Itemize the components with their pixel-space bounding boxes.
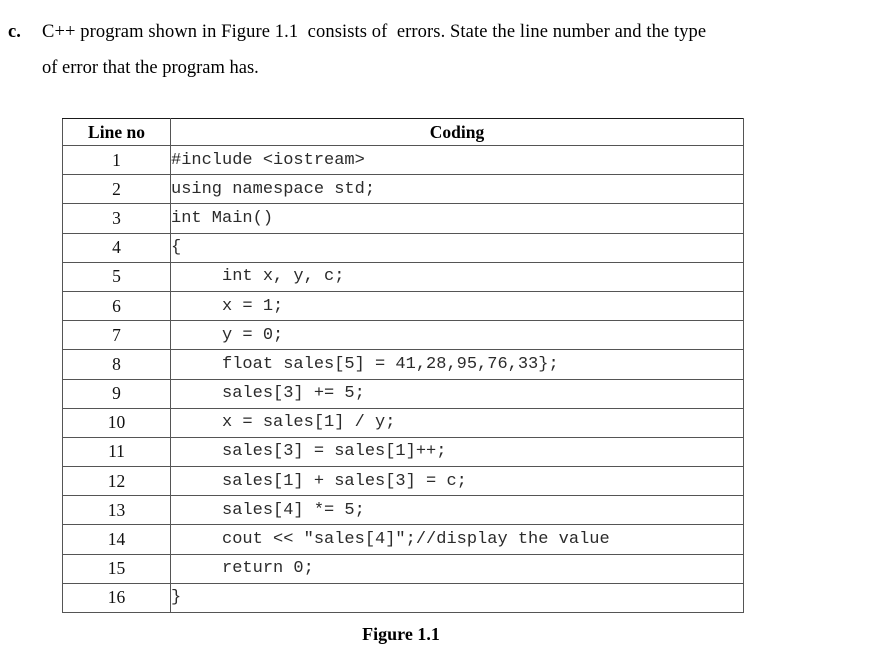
code-cell: sales[1] + sales[3] = c; [170,466,744,497]
code-cell: y = 0; [170,320,744,351]
table-row: 4{ [62,232,744,263]
table-row: 14 cout << "sales[4]";//display the valu… [62,524,744,555]
question-text-line-2: of error that the program has. [42,58,259,78]
line-number-cell: 9 [62,378,171,409]
line-number-cell: 14 [62,524,171,555]
code-cell: return 0; [170,553,744,584]
code-cell: } [170,582,744,614]
table-row: 13 sales[4] *= 5; [62,495,744,526]
table-row: 15 return 0; [62,553,744,584]
question-first-line: c. C++ program shown in Figure 1.1 consi… [0,14,860,50]
question-block: c. C++ program shown in Figure 1.1 consi… [0,14,860,86]
table-row: 7 y = 0; [62,320,744,351]
line-number-cell: 4 [62,232,171,263]
code-cell: { [170,232,744,263]
code-cell: sales[4] *= 5; [170,495,744,526]
figure-caption: Figure 1.1 [362,624,440,644]
code-cell: #include <iostream> [170,144,744,176]
line-number-cell: 1 [62,144,171,176]
line-number-cell: 5 [62,261,171,292]
line-number-cell: 16 [62,582,171,614]
code-cell: sales[3] = sales[1]++; [170,436,744,468]
table-row: 8 float sales[5] = 41,28,95,76,33}; [62,349,744,380]
table-row: 11 sales[3] = sales[1]++; [62,436,744,468]
line-number-cell: 15 [62,553,171,584]
table-header-row: Line no Coding [62,118,744,146]
code-table-container: Line no Coding 1 #include <iostream> 2 usin… [62,118,744,614]
line-number-cell: 11 [62,436,171,468]
table-header: Line no Coding [62,118,744,146]
code-cell: using namespace std; [170,174,744,205]
table-row: 12 sales[1] + sales[3] = c; [62,466,744,497]
table-body: 1 #include <iostream> 2 using namespace std… [62,144,744,614]
line-number-cell: 10 [62,407,171,438]
table-row: 5 int x, y, c; [62,261,744,292]
code-cell: x = sales[1] / y; [170,407,744,438]
code-cell: x = 1; [170,290,744,322]
code-cell: int Main() [170,203,744,234]
table-row: 6 x = 1; [62,290,744,322]
line-number-cell: 7 [62,320,171,351]
code-cell: float sales[5] = 41,28,95,76,33}; [170,349,744,380]
column-header-line-no: Line no [62,118,171,146]
code-cell: int x, y, c; [170,261,744,292]
code-cell: sales[3] += 5; [170,378,744,409]
line-number-cell: 8 [62,349,171,380]
question-text-line-1: C++ program shown in Figure 1.1 consists… [42,22,707,42]
table-row: 16} [62,582,744,614]
table-row: 1 #include <iostream> [62,144,744,176]
line-number-cell: 6 [62,290,171,322]
code-cell: cout << "sales[4]";//display the value [170,524,744,555]
table-row: 2 using namespace std; [62,174,744,205]
table-row: 3 int Main() [62,203,744,234]
line-number-cell: 2 [62,174,171,205]
table-row: 9 sales[3] += 5; [62,378,744,409]
column-header-coding: Coding [170,118,744,146]
table-row: 10 x = sales[1] / y; [62,407,744,438]
question-label: c. [8,22,21,42]
line-number-cell: 3 [62,203,171,234]
line-number-cell: 12 [62,466,171,497]
code-listing-table: Line no Coding 1 #include <iostream> 2 usin… [62,118,744,614]
line-number-cell: 13 [62,495,171,526]
